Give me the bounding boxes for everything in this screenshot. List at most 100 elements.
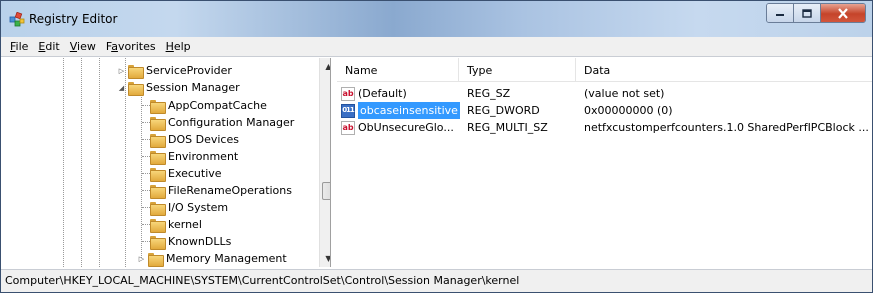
value-name-cell: ab ObUnsecureGlo... — [341, 119, 454, 136]
folder-icon — [150, 116, 166, 131]
tree-item-label: Environment — [168, 150, 239, 163]
value-row[interactable]: ab (Default) REG_SZ (value not set) — [337, 85, 872, 102]
value-row[interactable]: ab ObUnsecureGlo... REG_MULTI_SZ netfxcu… — [337, 119, 872, 136]
value-data: (value not set) — [584, 87, 665, 100]
tree-item-configuration-manager[interactable]: Configuration Manager — [150, 114, 294, 131]
value-type: REG_SZ — [467, 87, 511, 100]
folder-icon — [150, 201, 166, 216]
registry-key-tree[interactable]: ▷ ServiceProvider ◢ Session Manager AppC… — [1, 58, 331, 267]
tree-item-memory-management[interactable]: ▷ Memory Management — [137, 250, 287, 267]
caption-buttons — [766, 3, 866, 23]
tree-guide-line — [99, 58, 100, 267]
tree-item-appcompatcache[interactable]: AppCompatCache — [150, 97, 267, 114]
value-name: (Default) — [358, 87, 407, 100]
tree-item-serviceprovider[interactable]: ▷ ServiceProvider — [117, 62, 232, 79]
expand-arrow-icon[interactable]: ▷ — [117, 66, 126, 75]
tree-item-label: Executive — [168, 167, 222, 180]
value-name: ObUnsecureGlo... — [358, 121, 454, 134]
registry-editor-icon — [9, 12, 25, 27]
folder-icon — [150, 99, 166, 114]
value-row-selected[interactable]: 011 obcaseinsensitive REG_DWORD 0x000000… — [337, 102, 872, 119]
tree-item-label: I/O System — [168, 201, 229, 214]
folder-icon — [148, 252, 164, 267]
scroll-down-arrow-icon[interactable]: ▼ — [320, 250, 330, 267]
tree-item-label: Configuration Manager — [168, 116, 295, 129]
folder-icon — [150, 133, 166, 148]
value-type: REG_DWORD — [467, 104, 540, 117]
menu-favorites[interactable]: Favorites — [101, 38, 161, 56]
column-header-type[interactable]: Type — [459, 58, 576, 82]
menu-favorites-label: vorites — [117, 39, 156, 53]
window-title: Registry Editor — [29, 12, 118, 26]
registry-values-list[interactable]: Name Type Data ab (Default) REG_SZ (valu… — [337, 58, 872, 267]
menu-bar: File Edit View Favorites Help — [1, 37, 872, 57]
tree-connector — [142, 241, 150, 242]
menu-file[interactable]: File — [5, 38, 33, 56]
tree-item-label: AppCompatCache — [168, 99, 267, 112]
folder-icon — [150, 167, 166, 182]
menu-edit[interactable]: Edit — [33, 38, 64, 56]
tree-item-label: Session Manager — [146, 81, 240, 94]
folder-icon — [150, 218, 166, 233]
close-button[interactable] — [821, 4, 865, 22]
tree-item-label: KnownDLLs — [168, 235, 232, 248]
tree-item-session-manager[interactable]: ◢ Session Manager — [117, 79, 240, 96]
menu-favorites-accel: a — [111, 39, 118, 53]
tree-connector — [142, 190, 150, 191]
menu-file-label: ile — [15, 39, 29, 53]
value-name-cell: 011 obcaseinsensitive — [341, 102, 460, 119]
maximize-icon — [802, 8, 812, 18]
tree-item-environment[interactable]: Environment — [150, 148, 238, 165]
maximize-button[interactable] — [794, 4, 821, 22]
expand-arrow-icon[interactable]: ▷ — [137, 254, 146, 263]
tree-item-filerenameoperations[interactable]: FileRenameOperations — [150, 182, 292, 199]
close-icon — [838, 7, 848, 19]
tree-connector — [142, 122, 150, 123]
tree-guide-line — [63, 58, 64, 267]
folder-icon — [150, 235, 166, 250]
status-bar: Computer\HKEY_LOCAL_MACHINE\SYSTEM\Curre… — [1, 269, 872, 292]
menu-view[interactable]: View — [65, 38, 101, 56]
folder-icon — [150, 184, 166, 199]
tree-item-kernel[interactable]: kernel — [150, 216, 202, 233]
column-header-data[interactable]: Data — [576, 58, 870, 82]
value-data: 0x00000000 (0) — [584, 104, 673, 117]
binary-value-icon: 011 — [341, 103, 355, 118]
minimize-button[interactable] — [767, 4, 794, 22]
tree-guide-line — [141, 94, 142, 258]
current-key-path: Computer\HKEY_LOCAL_MACHINE\SYSTEM\Curre… — [5, 274, 520, 287]
menu-edit-label: dit — [45, 39, 60, 53]
tree-item-label: kernel — [168, 218, 202, 231]
tree-item-executive[interactable]: Executive — [150, 165, 222, 182]
tree-item-io-system[interactable]: I/O System — [150, 199, 228, 216]
tree-item-label: ServiceProvider — [146, 64, 232, 77]
title-bar[interactable]: Registry Editor — [1, 1, 872, 37]
tree-item-dos-devices[interactable]: DOS Devices — [150, 131, 239, 148]
value-type: REG_MULTI_SZ — [467, 121, 548, 134]
menu-help-label: elp — [173, 39, 191, 53]
tree-guide-line — [81, 58, 82, 267]
menu-view-accel: V — [69, 39, 78, 53]
scroll-thumb[interactable] — [322, 182, 330, 200]
string-value-icon: ab — [341, 86, 355, 101]
value-name: obcaseinsensitive — [358, 102, 460, 119]
folder-open-icon — [128, 81, 144, 96]
collapse-arrow-icon[interactable]: ◢ — [117, 83, 126, 92]
tree-item-label: Memory Management — [166, 252, 287, 265]
registry-editor-window: Registry Editor File Edit View Favorites… — [0, 0, 873, 293]
minimize-icon — [776, 14, 784, 16]
tree-vertical-scrollbar[interactable]: ▲ ▼ — [319, 58, 330, 267]
tree-connector — [142, 207, 150, 208]
column-header-row: Name Type Data — [337, 58, 872, 82]
string-value-icon: ab — [341, 120, 355, 135]
value-data: netfxcustomperfcounters.1.0 SharedPerfIP… — [584, 121, 869, 134]
tree-connector — [142, 139, 150, 140]
column-header-name[interactable]: Name — [337, 58, 459, 82]
tree-item-label: DOS Devices — [168, 133, 239, 146]
scroll-up-arrow-icon[interactable]: ▲ — [320, 58, 330, 75]
folder-icon — [128, 64, 144, 79]
tree-item-knowndlls[interactable]: KnownDLLs — [150, 233, 231, 250]
menu-help[interactable]: Help — [161, 38, 196, 56]
menu-view-label: iew — [77, 39, 96, 53]
tree-connector — [142, 173, 150, 174]
